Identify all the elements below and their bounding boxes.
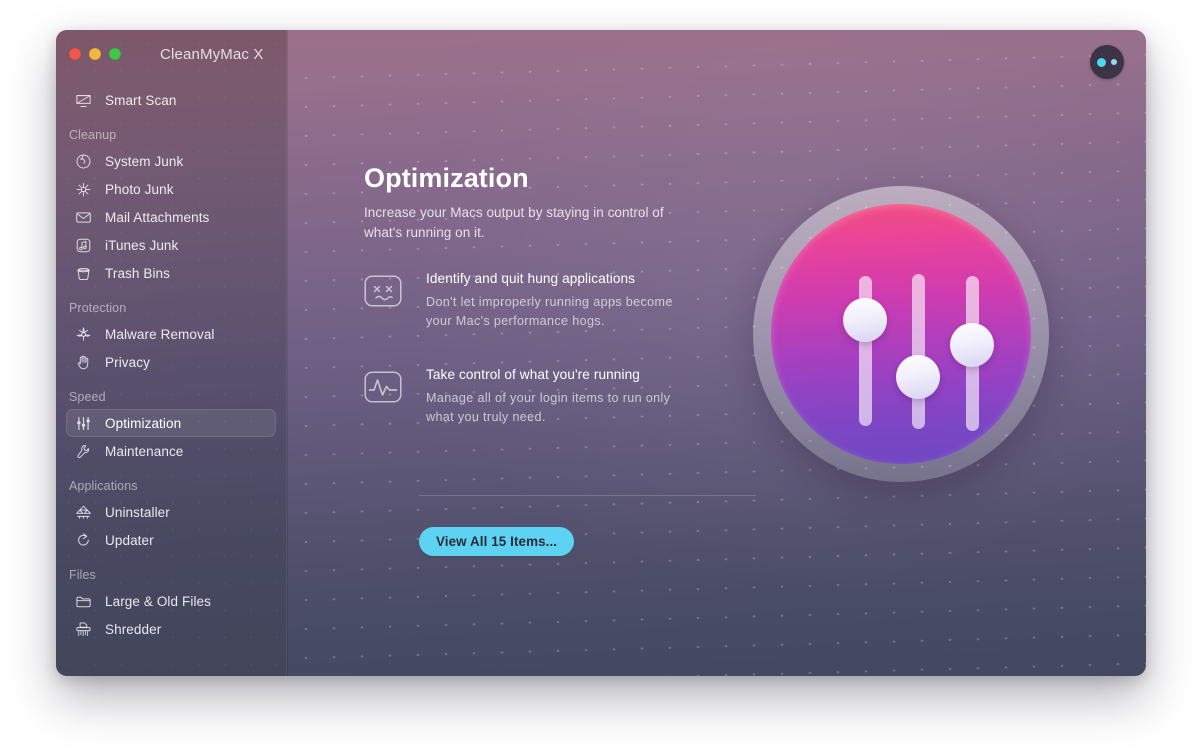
assistant-dot-large-icon (1097, 57, 1106, 67)
feature-title: Identify and quit hung applications (426, 271, 636, 286)
app-window: CleanMyMac X Smart Scan Cleanup System Jun… (56, 30, 1146, 676)
trash-bin-icon (72, 262, 94, 284)
uninstaller-icon (72, 501, 94, 523)
sidebar-item-mail-attachments[interactable]: Mail Attachments (66, 203, 276, 231)
monitor-icon (72, 89, 94, 111)
feature-row: Take control of what you're running Mana… (364, 366, 694, 427)
hero-slider-track-2 (912, 274, 925, 429)
sidebar-item-smart-scan[interactable]: Smart Scan (66, 86, 276, 114)
sidebar-item-itunes-junk[interactable]: iTunes Junk (66, 231, 276, 259)
sidebar-item-label: Large & Old Files (105, 593, 211, 609)
maximize-button[interactable] (109, 48, 121, 60)
view-all-items-button[interactable]: View All 15 Items... (419, 527, 575, 556)
feature-text: Identify and quit hung applications Don'… (426, 270, 676, 331)
sidebar-item-privacy[interactable]: Privacy (66, 348, 276, 376)
sidebar-item-system-junk[interactable]: System Junk (66, 147, 276, 175)
sidebar-item-label: Malware Removal (105, 326, 215, 342)
sidebar-group-title: Files (69, 568, 96, 582)
sidebar-group-title: Cleanup (69, 128, 117, 142)
wrench-icon (72, 440, 94, 462)
feature-title: Take control of what you're running (426, 367, 640, 382)
sidebar-item-label: Trash Bins (105, 265, 171, 281)
sidebar-item-maintenance[interactable]: Maintenance (66, 437, 276, 465)
hero-disc (771, 204, 1031, 464)
assistant-button[interactable] (1090, 45, 1124, 79)
activity-monitor-icon (364, 368, 402, 406)
hero-slider-knob-1 (843, 298, 887, 342)
system-junk-icon (72, 150, 94, 172)
sidebar-item-label: Optimization (105, 415, 182, 431)
page-subtitle: Increase your Macs output by staying in … (364, 205, 664, 240)
feature-text: Take control of what you're running Mana… (426, 366, 676, 427)
feature-row: Identify and quit hung applications Don'… (364, 270, 694, 331)
hero-slider-knob-2 (896, 355, 940, 399)
sidebar-item-label: Shredder (105, 621, 162, 637)
hero-slider-knob-3 (950, 323, 994, 367)
window-title: CleanMyMac X (160, 46, 264, 63)
hand-icon (72, 351, 94, 373)
envelope-icon (72, 206, 94, 228)
sidebar-group-title: Speed (69, 390, 106, 404)
biohazard-icon (72, 323, 94, 345)
sidebar-item-label: System Junk (105, 153, 184, 169)
sliders-hero-icon (753, 186, 1049, 482)
sidebar-item-label: iTunes Junk (105, 237, 179, 253)
sidebar-item-malware-removal[interactable]: Malware Removal (66, 320, 276, 348)
sliders-icon (72, 412, 94, 434)
sidebar-item-label: Mail Attachments (105, 209, 210, 225)
sidebar-item-photo-junk[interactable]: Photo Junk (66, 175, 276, 203)
sidebar-item-label: Smart Scan (105, 92, 177, 108)
music-note-icon (72, 234, 94, 256)
sidebar-nav: Smart Scan Cleanup System Junk Photo Junk Ma… (56, 86, 286, 643)
sidebar-item-label: Uninstaller (105, 504, 170, 520)
refresh-arrow-icon (72, 529, 94, 551)
minimize-button[interactable] (89, 48, 101, 60)
section-divider (419, 495, 756, 496)
sidebar-item-large-old-files[interactable]: Large & Old Files (66, 587, 276, 615)
folder-icon (72, 590, 94, 612)
sidebar-item-label: Photo Junk (105, 181, 174, 197)
shredder-icon (72, 618, 94, 640)
sidebar-item-shredder[interactable]: Shredder (66, 615, 276, 643)
sidebar-group-title: Protection (69, 301, 127, 315)
sidebar-item-uninstaller[interactable]: Uninstaller (66, 498, 276, 526)
sidebar-item-optimization[interactable]: Optimization (66, 409, 276, 437)
feature-description: Manage all of your login items to run on… (426, 391, 671, 424)
sidebar-item-updater[interactable]: Updater (66, 526, 276, 554)
sidebar-item-trash-bins[interactable]: Trash Bins (66, 259, 276, 287)
sidebar-item-label: Updater (105, 532, 154, 548)
feature-description: Don't let improperly running apps become… (426, 295, 673, 328)
traffic-lights (69, 48, 121, 60)
close-button[interactable] (69, 48, 81, 60)
hung-app-face-icon (364, 272, 402, 310)
assistant-dot-small-icon (1111, 59, 1117, 65)
sidebar-item-label: Privacy (105, 354, 150, 370)
sidebar-item-label: Maintenance (105, 443, 184, 459)
sidebar-group-title: Applications (69, 479, 138, 493)
content-area: Optimization Increase your Macs output b… (286, 30, 1146, 676)
photo-junk-icon (72, 178, 94, 200)
page-title: Optimization (364, 163, 529, 193)
